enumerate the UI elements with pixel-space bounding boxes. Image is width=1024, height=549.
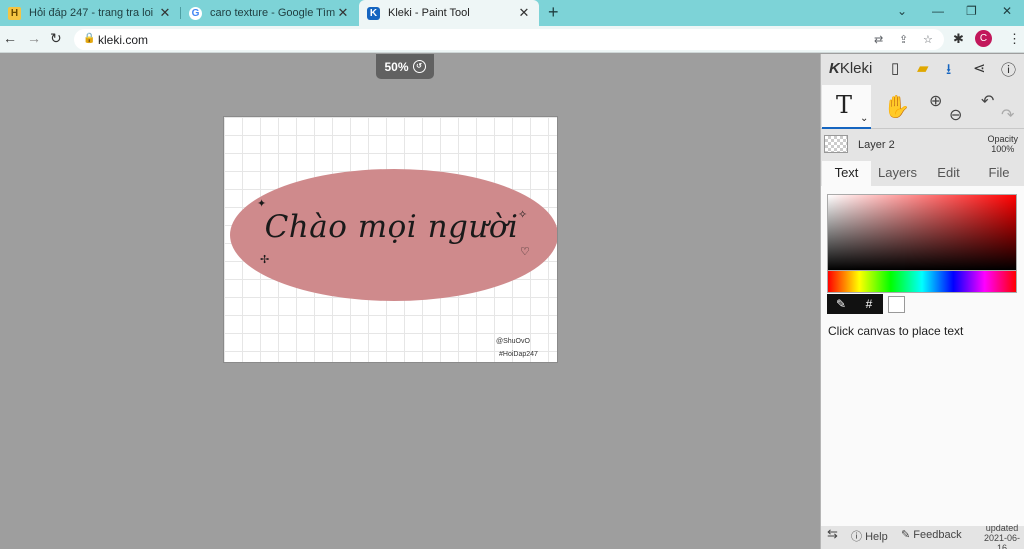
bookmark-star-icon[interactable]: ☆ (923, 33, 933, 46)
zoom-indicator[interactable]: 50% ↺ (376, 54, 434, 79)
zoom-level: 50% (384, 59, 409, 74)
browser-tab-bar: H Hỏi đáp 247 - trang tra loi ✕ G caro t… (0, 0, 1024, 26)
url-text[interactable]: kleki.com (98, 33, 148, 47)
kleki-favicon-icon: K (367, 6, 380, 20)
zoom-in-icon[interactable]: ⊕ (929, 91, 942, 111)
help-button[interactable]: ⓘ Help (851, 528, 888, 544)
opacity-value: 100% (991, 144, 1015, 154)
new-image-icon[interactable]: ▯ (891, 59, 899, 77)
help-label: Help (865, 531, 888, 543)
restore-icon[interactable]: ❐ (966, 4, 977, 18)
close-tab-icon[interactable]: ✕ (158, 5, 172, 21)
layer-thumbnail (824, 135, 848, 153)
tab-title: caro texture - Google Tìm kiếm (210, 7, 336, 19)
text-tool-hint: Click canvas to place text (828, 324, 964, 338)
sparkle-icon: ✦ (257, 198, 267, 210)
forward-icon[interactable]: → (27, 30, 41, 46)
hoidap-favicon-icon: H (8, 6, 21, 20)
active-layer-row[interactable]: Layer 2 Opacity 100% (821, 131, 1024, 159)
close-tab-icon[interactable]: ✕ (517, 5, 531, 21)
tab-title: Kleki - Paint Tool (388, 7, 470, 19)
chevron-down-icon[interactable]: ⌄ (860, 113, 868, 124)
panel-tabs: Text Layers Edit File (821, 161, 1024, 186)
text-tool-icon: T (836, 91, 853, 119)
tab-title: Hỏi đáp 247 - trang tra loi (29, 7, 154, 19)
translate-icon[interactable]: ⇄ (874, 33, 883, 46)
opacity-label: Opacity (987, 134, 1018, 144)
panel-header: KKleki ▯ ▰ ⭳ ⋖ ⓘ (821, 54, 1024, 82)
tab-layers[interactable]: Layers (872, 161, 923, 186)
back-icon[interactable]: ← (3, 30, 17, 46)
browser-tab-kleki[interactable]: K Kleki - Paint Tool ✕ (359, 0, 539, 26)
text-tab-content: ✎ # Click canvas to place text (821, 186, 1024, 526)
close-window-icon[interactable]: ✕ (1002, 4, 1012, 18)
eyedropper-icon[interactable]: ✎ (827, 294, 855, 314)
help-circle-icon[interactable]: ⓘ (1001, 59, 1016, 80)
undo-icon[interactable]: ↶ (981, 91, 994, 111)
hue-slider[interactable] (827, 270, 1017, 293)
sparkle-icon: ✢ (260, 254, 270, 266)
download-icon[interactable]: ⭳ (946, 59, 951, 84)
browser-tab-hoidap[interactable]: H Hỏi đáp 247 - trang tra loi ✕ (0, 0, 180, 26)
heart-icon: ♡ (520, 246, 530, 258)
open-folder-icon[interactable]: ▰ (917, 59, 929, 77)
kleki-logo-icon: K (829, 60, 840, 77)
artwork-canvas[interactable]: Chào mọi người ✦ ✧ ✢ ♡ @ShuOvO #HoiDap24… (223, 116, 558, 363)
hand-tool-icon[interactable]: ✋ (883, 94, 910, 120)
feedback-button[interactable]: ✎ Feedback (901, 528, 962, 541)
reload-icon[interactable]: ↻ (50, 30, 62, 47)
canvas-workspace[interactable]: 50% ↺ Chào mọi người ✦ ✧ ✢ ♡ @ShuOvO #Ho… (0, 54, 820, 549)
reset-zoom-icon[interactable]: ↺ (412, 60, 426, 73)
layer-name: Layer 2 (858, 139, 895, 151)
color-picker-area[interactable] (827, 194, 1017, 271)
close-tab-icon[interactable]: ✕ (336, 5, 350, 21)
hex-input-button[interactable]: # (855, 294, 883, 314)
help-circle-icon: ⓘ (851, 531, 862, 543)
artwork-greeting-text: Chào mọi người (264, 209, 519, 245)
feedback-label: Feedback (913, 529, 962, 541)
tab-text[interactable]: Text (822, 161, 871, 186)
credit-hashtag: #HoiDap247 (499, 351, 538, 358)
extensions-icon[interactable]: ✱ (953, 31, 964, 47)
swap-side-icon[interactable]: ⇆ (827, 526, 838, 542)
kleki-side-panel: KKleki ▯ ▰ ⭳ ⋖ ⓘ T ⌄ ✋ ⊕ ⊖ ↶ ↷ Layer 2 O… (820, 54, 1024, 549)
share-icon[interactable]: ⋖ (973, 59, 986, 77)
new-tab-button[interactable]: + (548, 2, 559, 23)
redo-icon[interactable]: ↷ (1001, 105, 1014, 125)
tab-file[interactable]: File (974, 161, 1024, 186)
credit-username: @ShuOvO (496, 338, 530, 345)
google-favicon-icon: G (189, 6, 202, 20)
current-color-swatch[interactable] (888, 296, 905, 313)
minimize-icon[interactable]: — (932, 4, 944, 18)
share-page-icon[interactable]: ⇪ (899, 33, 908, 46)
kleki-brand-name: Kleki (839, 60, 873, 77)
browser-tab-google[interactable]: G caro texture - Google Tìm kiếm ✕ (181, 0, 358, 26)
updated-info[interactable]: updated 2021-06-16 (979, 523, 1024, 549)
updated-date: 2021-06-16 (983, 533, 1021, 549)
profile-avatar[interactable]: C (975, 30, 992, 47)
browser-menu-icon[interactable]: ⋮ (1008, 31, 1021, 47)
tool-row: T ⌄ ✋ ⊕ ⊖ ↶ ↷ (821, 85, 1024, 129)
browser-toolbar: ← → ↻ 🔒 kleki.com ⇄ ⇪ ☆ ✱ C ⋮ (0, 26, 1024, 53)
feedback-icon: ✎ (901, 529, 911, 541)
sparkle-icon: ✧ (518, 209, 528, 221)
tab-edit[interactable]: Edit (924, 161, 973, 186)
text-tool-button[interactable]: T ⌄ (822, 85, 871, 129)
lock-icon[interactable]: 🔒 (83, 33, 95, 44)
tab-search-chevron-icon[interactable]: ⌄ (897, 4, 907, 18)
kleki-logo[interactable]: KKleki (829, 60, 872, 77)
layer-opacity[interactable]: Opacity 100% (987, 134, 1018, 154)
zoom-out-icon[interactable]: ⊖ (949, 105, 962, 125)
panel-footer: ⇆ ⓘ Help ✎ Feedback updated 2021-06-16 (821, 522, 1024, 549)
updated-label: updated (985, 523, 1019, 533)
address-bar[interactable]: 🔒 kleki.com ⇄ ⇪ ☆ (74, 29, 944, 50)
